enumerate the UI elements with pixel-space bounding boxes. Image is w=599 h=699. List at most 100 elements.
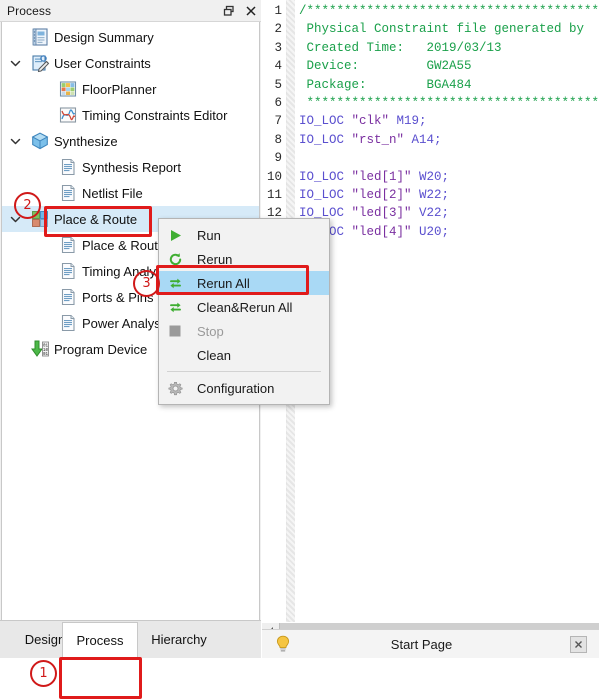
panel-title: Process: [7, 3, 52, 18]
code-token: W22;: [411, 187, 450, 202]
tree-item-netlist-file[interactable]: Netlist File: [2, 180, 259, 206]
menu-separator: [167, 371, 321, 372]
svg-text:01: 01: [43, 353, 49, 357]
report-icon: [58, 183, 78, 203]
code-line: 6 **************************************…: [262, 94, 599, 112]
tab-hierarchy[interactable]: Hierarchy: [138, 622, 220, 657]
chevron-down-icon[interactable]: [8, 134, 22, 148]
line-number: 10: [266, 169, 282, 184]
code-token: W20;: [411, 169, 450, 184]
tree-item-design-summary[interactable]: Design Summary: [2, 24, 259, 50]
menu-item-run[interactable]: Run: [159, 223, 329, 247]
code-token: IO_LOC: [299, 169, 352, 184]
code-token: "led[4]": [351, 224, 412, 239]
tree-item-label: Synthesis Report: [82, 159, 181, 175]
code-token: "rst_n": [351, 132, 405, 147]
code-text: Created Time: 2019/03/13: [299, 39, 502, 57]
lightbulb-icon: [275, 635, 291, 653]
menu-item-configuration[interactable]: Configuration: [159, 376, 329, 400]
code-text: Package: BGA484: [299, 76, 472, 94]
context-menu[interactable]: Run Rerun Rerun All Clean&Rerun All Stop Clea…: [158, 218, 330, 405]
tree-item-label: FloorPlanner: [82, 81, 157, 97]
tree-item-synthesis-report[interactable]: Synthesis Report: [2, 154, 259, 180]
code-token: "led[2]": [351, 187, 412, 202]
code-text: IO_LOC "led[1]" W20;: [299, 168, 449, 186]
code-text: /***************************************…: [299, 2, 599, 20]
code-token: "led[3]": [351, 206, 412, 221]
code-token: M19;: [389, 114, 427, 129]
code-line: 7 IO_LOC "clk" M19;: [262, 112, 599, 130]
code-token: IO_LOC: [299, 114, 352, 129]
tree-item-label: Timing Constraints Editor: [82, 107, 228, 123]
code-token: Device: GW2A55: [299, 59, 472, 74]
report-icon: [58, 287, 78, 307]
code-line: 1 /**************************************…: [262, 2, 599, 20]
code-token: IO_LOC: [299, 132, 352, 147]
annotation-box-process-tab: [59, 657, 142, 699]
code-token: ****************************************…: [299, 95, 599, 110]
report-icon: [58, 313, 78, 333]
line-number: 5: [274, 77, 282, 92]
restore-icon[interactable]: [222, 4, 235, 17]
code-token: "clk": [351, 114, 390, 129]
menu-item-clean-rerun-all[interactable]: Clean&Rerun All: [159, 295, 329, 319]
code-token: A14;: [404, 132, 442, 147]
tree-item-synthesize[interactable]: Synthesize: [2, 128, 259, 154]
code-line: 9: [262, 149, 599, 167]
line-number: 9: [274, 151, 282, 166]
code-line: 8 IO_LOC "rst_n" A14;: [262, 131, 599, 149]
chevron-down-icon[interactable]: [8, 56, 22, 70]
menu-item-clean[interactable]: Clean: [159, 343, 329, 367]
chevron-down-icon[interactable]: [8, 212, 22, 226]
gear-icon: [166, 379, 184, 397]
tree-item-label: Netlist File: [82, 185, 143, 201]
floorplanner-icon: [58, 79, 78, 99]
code-token: Physical Constraint file generated by: [299, 22, 585, 37]
code-token: U20;: [411, 224, 450, 239]
close-icon[interactable]: [570, 635, 587, 653]
user-constraints-icon: [30, 53, 50, 73]
bottom-tab-bar: Design Process Hierarchy: [0, 620, 261, 659]
code-text: Device: GW2A55: [299, 57, 472, 75]
menu-item-label: Run: [197, 227, 221, 243]
tree-item-label: User Constraints: [54, 55, 151, 71]
menu-item-rerun-all[interactable]: Rerun All: [159, 271, 329, 295]
report-icon: [58, 157, 78, 177]
refresh-all-icon: [166, 274, 184, 292]
place-route-icon: [30, 209, 50, 229]
panel-title-bar: Process: [0, 0, 261, 22]
code-token: V22;: [411, 206, 450, 221]
code-line: 11 IO_LOC "led[2]" W22;: [262, 186, 599, 204]
refresh-all-icon: [166, 298, 184, 316]
close-icon[interactable]: [244, 4, 257, 17]
menu-item-stop: Stop: [159, 319, 329, 343]
line-number: 4: [274, 59, 282, 74]
tab-process[interactable]: Process: [62, 622, 138, 659]
code-text: ****************************************…: [299, 94, 599, 112]
menu-item-label: Clean&Rerun All: [197, 299, 293, 315]
synthesize-icon: [30, 131, 50, 151]
line-number: 8: [274, 132, 282, 147]
code-text: IO_LOC "clk" M19;: [299, 112, 427, 130]
report-icon: [58, 235, 78, 255]
code-text: IO_LOC "led[2]" W22;: [299, 186, 449, 204]
tree-item-user-constraints[interactable]: User Constraints: [2, 50, 259, 76]
line-number: 6: [274, 95, 282, 110]
code-text: IO_LOC "rst_n" A14;: [299, 131, 442, 149]
tree-item-label: Design Summary: [54, 29, 154, 45]
tree-item-label: Place & Route: [54, 211, 138, 227]
program-device-icon: 01 10 01: [30, 339, 50, 359]
tree-item-floorplanner[interactable]: FloorPlanner: [2, 76, 259, 102]
menu-item-label: Configuration: [197, 380, 275, 396]
line-number: 2: [274, 22, 282, 37]
menu-item-label: Clean: [197, 347, 231, 363]
tree-item-timing-constraints-editor[interactable]: Timing Constraints Editor: [2, 102, 259, 128]
code-line: 5 Package: BGA484: [262, 76, 599, 94]
menu-item-rerun[interactable]: Rerun: [159, 247, 329, 271]
stop-icon: [166, 322, 184, 340]
report-icon: [58, 261, 78, 281]
process-panel-window: Process Design Summary User Constraints Fl…: [0, 0, 599, 699]
tab-hierarchy-label: Hierarchy: [151, 632, 207, 647]
code-line: 10 IO_LOC "led[1]" W20;: [262, 168, 599, 186]
code-token: IO_LOC: [299, 187, 352, 202]
